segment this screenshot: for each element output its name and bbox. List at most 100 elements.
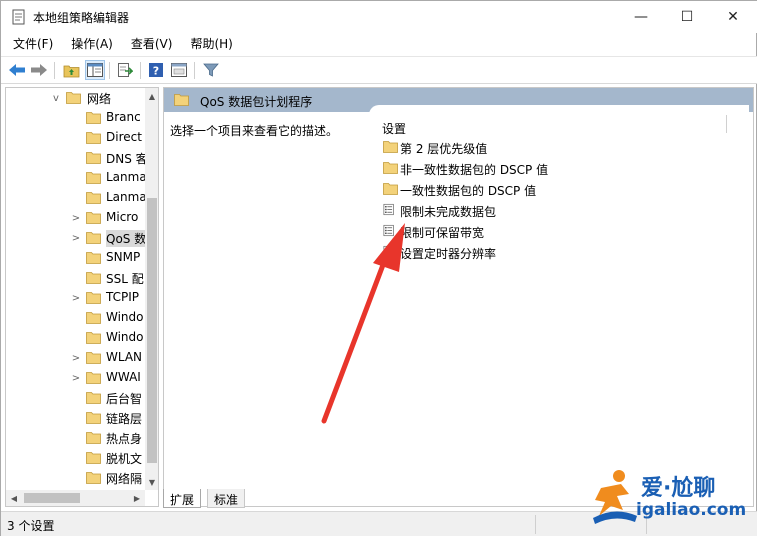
- tree-item[interactable]: > Micro: [6, 208, 146, 228]
- show-hide-tree-button[interactable]: [85, 60, 105, 80]
- chevron-right-icon[interactable]: >: [70, 372, 82, 384]
- tree-item[interactable]: 网络隔: [6, 468, 146, 488]
- policy-setting-icon: [383, 203, 398, 216]
- folder-icon: [86, 111, 101, 124]
- tree-item-label: 链路层: [106, 412, 143, 426]
- tree-item[interactable]: Direct: [6, 128, 146, 148]
- column-header-setting[interactable]: 设置: [382, 120, 406, 137]
- tree-item[interactable]: Windo: [6, 308, 146, 328]
- tree-item-label: 脱机文: [106, 452, 143, 466]
- filter-button[interactable]: [201, 60, 221, 80]
- tree-item[interactable]: > TCPIP: [6, 288, 146, 308]
- list-item[interactable]: 一致性数据包的 DSCP 值: [379, 178, 719, 199]
- menu-bar: 文件(F) 操作(A) 查看(V) 帮助(H): [1, 33, 757, 55]
- list-item[interactable]: 非一致性数据包的 DSCP 值: [379, 157, 719, 178]
- toolbar-separator: [54, 62, 55, 79]
- show-hide-tree-icon: [87, 63, 103, 77]
- forward-arrow-icon: [31, 64, 47, 76]
- status-divider: [535, 515, 536, 534]
- folder-icon: [86, 431, 101, 444]
- tree-item-label: SNMP: [106, 250, 141, 264]
- tab-expand[interactable]: 扩展: [163, 489, 202, 508]
- tree-item[interactable]: > QoS 数: [6, 228, 147, 248]
- tree-item[interactable]: Windo: [6, 328, 146, 348]
- tree-item-label: WWAI: [106, 370, 141, 384]
- maximize-button[interactable]: ☐: [664, 1, 710, 33]
- tree-item[interactable]: SSL 配: [6, 268, 146, 288]
- scroll-up-arrow-icon[interactable]: ▲: [145, 88, 158, 104]
- policy-setting-icon: [383, 224, 398, 237]
- folder-icon: [86, 471, 101, 484]
- list-item[interactable]: 限制可保留带宽: [379, 220, 719, 241]
- tree-scroll-thumb[interactable]: [147, 198, 157, 463]
- chevron-right-icon[interactable]: >: [70, 212, 82, 224]
- tree-item-label: Direct: [106, 130, 142, 144]
- chevron-right-icon[interactable]: >: [70, 292, 82, 304]
- chevron-right-icon[interactable]: >: [70, 352, 82, 364]
- folder-icon: [86, 411, 101, 424]
- tree-item[interactable]: 热点身: [6, 428, 146, 448]
- tree-item[interactable]: > WWAI: [6, 368, 146, 388]
- folder-icon: [86, 351, 101, 364]
- folder-icon: [86, 271, 101, 284]
- tree-item-label: 网络隔: [106, 472, 143, 486]
- list-item[interactable]: 限制未完成数据包: [379, 199, 719, 220]
- tree-item-label: Lanma: [106, 170, 147, 184]
- folder-icon: [86, 171, 101, 184]
- tab-standard[interactable]: 标准: [207, 489, 246, 508]
- tree-item-label: DNS 客: [106, 152, 148, 166]
- tree-pane[interactable]: v 网络 Branc Direct DNS 客 Lanma Lanma > Micro > QoS …: [5, 87, 159, 507]
- tree-hscroll-thumb[interactable]: [24, 493, 80, 503]
- scroll-down-arrow-icon[interactable]: ▼: [145, 474, 158, 490]
- tree-item[interactable]: Lanma: [6, 188, 147, 208]
- menu-file[interactable]: 文件(F): [7, 33, 59, 55]
- window-title: 本地组策略编辑器: [33, 11, 130, 25]
- scroll-right-arrow-icon[interactable]: ▶: [129, 490, 145, 506]
- tree-item[interactable]: Branc: [6, 108, 146, 128]
- list-item[interactable]: 第 2 层优先级值: [379, 136, 719, 157]
- list-item-label: 限制未完成数据包: [400, 205, 497, 219]
- tree-item[interactable]: Lanma: [6, 168, 147, 188]
- list-item[interactable]: 设置定时器分辨率: [379, 241, 719, 262]
- forward-button[interactable]: [29, 60, 49, 80]
- tree-item[interactable]: DNS 客: [6, 148, 148, 168]
- folder-icon: [86, 311, 101, 324]
- tree-horizontal-scrollbar[interactable]: ◀ ▶: [6, 490, 145, 506]
- settings-list: 设置 第 2 层优先级值 非一致性数据包的 DSCP 值一致性数据包的 DSCP …: [369, 105, 749, 485]
- up-one-level-button[interactable]: [61, 60, 81, 80]
- toolbar: ?: [1, 56, 757, 84]
- chevron-right-icon[interactable]: >: [70, 232, 82, 244]
- tree-item-label: Windo: [106, 330, 144, 344]
- menu-help[interactable]: 帮助(H): [184, 33, 238, 55]
- policy-setting-icon: [383, 245, 398, 258]
- watermark-text-cn: 爱·尬聊: [641, 476, 716, 501]
- menu-view[interactable]: 查看(V): [125, 33, 179, 55]
- menu-action[interactable]: 操作(A): [65, 33, 119, 55]
- chevron-down-icon[interactable]: v: [50, 92, 62, 104]
- close-button[interactable]: ✕: [710, 1, 756, 33]
- tree-item[interactable]: 脱机文: [6, 448, 146, 468]
- help-button[interactable]: ?: [146, 60, 166, 80]
- status-text: 3 个设置: [7, 519, 55, 533]
- title-bar: 本地组策略编辑器 — ☐ ✕: [1, 1, 757, 33]
- content-header-title: QoS 数据包计划程序: [200, 95, 313, 109]
- properties-button[interactable]: [169, 60, 189, 80]
- tree-item[interactable]: 后台智: [6, 388, 146, 408]
- back-button[interactable]: [7, 60, 27, 80]
- tree-item[interactable]: > WLAN: [6, 348, 146, 368]
- tree-vertical-scrollbar[interactable]: ▲ ▼: [145, 88, 158, 490]
- folder-icon: [86, 371, 101, 384]
- folder-icon: [86, 331, 101, 344]
- tree-item[interactable]: 链路层: [6, 408, 146, 428]
- minimize-button[interactable]: —: [618, 1, 664, 33]
- tree-item-label: SSL 配: [106, 272, 144, 286]
- tree-item[interactable]: v 网络: [6, 88, 146, 108]
- list-item-label: 限制可保留带宽: [400, 226, 485, 240]
- export-list-button[interactable]: [115, 60, 135, 80]
- scroll-left-arrow-icon[interactable]: ◀: [6, 490, 22, 506]
- runner-logo-icon: [593, 470, 637, 524]
- list-item-label: 设置定时器分辨率: [400, 247, 497, 261]
- tree-item[interactable]: SNMP: [6, 248, 146, 268]
